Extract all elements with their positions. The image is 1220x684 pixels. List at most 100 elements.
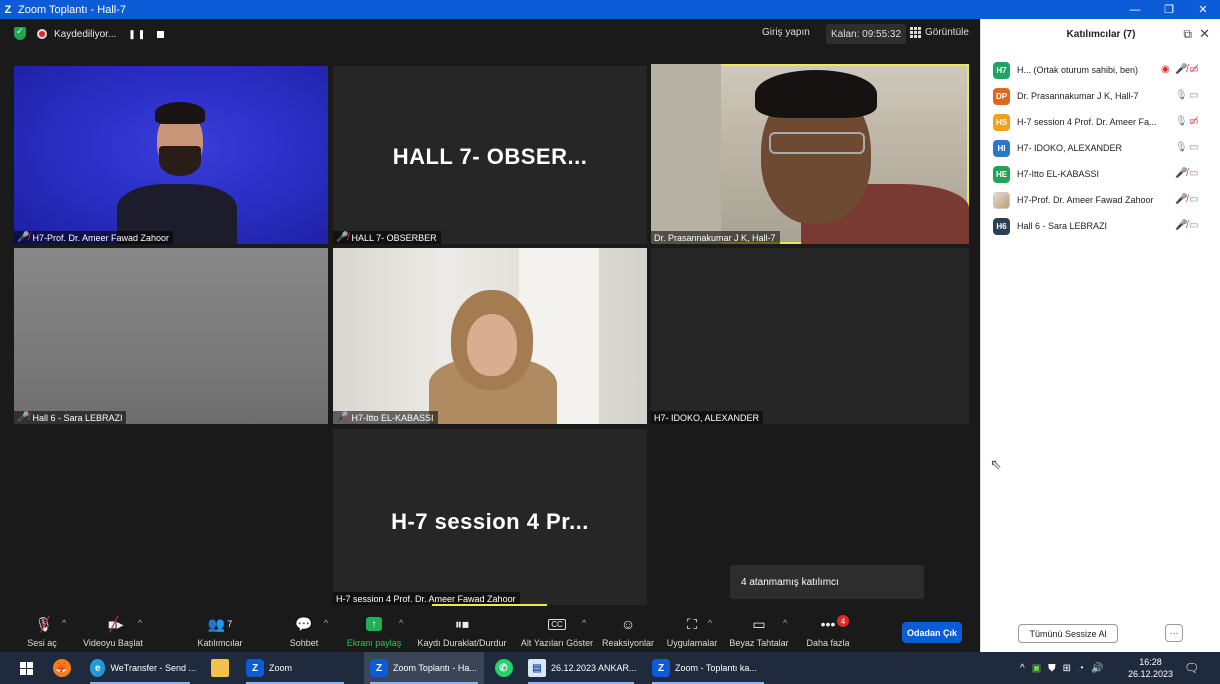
video-icon[interactable]: ▭ <box>1189 90 1198 101</box>
participant-row[interactable]: HS H-7 session 4 Prof. Dr. Ameer Fa... 🎙 ▭̸ <box>981 109 1220 135</box>
video-tile-idoko[interactable]: H7- IDOKO, ALEXANDER <box>651 248 969 424</box>
taskbar-document[interactable]: ▤ 26.12.2023 ANKAR... <box>522 652 640 684</box>
mic-muted-icon[interactable]: 🎤̸ <box>1175 64 1187 75</box>
video-off-icon[interactable]: ▭̸ <box>1189 64 1198 75</box>
whiteboard-options-chevron-icon[interactable]: ^ <box>783 618 787 628</box>
captions-options-chevron-icon[interactable]: ^ <box>582 618 586 628</box>
video-icon[interactable]: ▭ <box>1189 168 1198 179</box>
taskbar-clock[interactable]: 16:28 26.12.2023 <box>1128 656 1173 680</box>
grid-view-icon <box>910 27 921 38</box>
windows-taskbar: 🦊 e WeTransfer - Send ... Z Zoom Z Zoom … <box>0 652 1220 684</box>
participants-icon: 👥 7 <box>207 615 233 632</box>
recording-icon[interactable]: ◉ <box>1161 64 1170 75</box>
start-button[interactable] <box>14 652 38 684</box>
video-tile-ameer[interactable]: 🎤̸ H7-Prof. Dr. Ameer Fawad Zahoor <box>14 66 328 244</box>
video-icon[interactable]: ▭ <box>1189 194 1198 205</box>
participant-row[interactable]: HI H7- IDOKO, ALEXANDER 🎙 ▭ <box>981 135 1220 161</box>
participant-row[interactable]: H6 Hall 6 - Sara LEBRAZI 🎤̸ ▭ <box>981 213 1220 239</box>
video-icon[interactable]: ▭ <box>1189 142 1198 153</box>
chat-bubble-icon: 💬 <box>295 615 313 632</box>
mic-muted-icon[interactable]: 🎤̸ <box>1175 168 1187 179</box>
zoom-icon: Z <box>370 659 388 677</box>
panel-more-button[interactable]: ··· <box>1165 624 1183 642</box>
chat-options-chevron-icon[interactable]: ^ <box>324 618 328 628</box>
participant-row[interactable]: H7-Prof. Dr. Ameer Fawad Zahoor 🎤̸ ▭ <box>981 187 1220 213</box>
whiteboards-button[interactable]: ▭ Beyaz Tahtalar <box>728 612 790 652</box>
apps-options-chevron-icon[interactable]: ^ <box>708 618 712 628</box>
taskbar-zoom-meeting[interactable]: Z Zoom Toplantı - Ha... <box>364 652 484 684</box>
mic-icon[interactable]: 🎙 <box>1175 90 1188 101</box>
mic-muted-icon[interactable]: 🎤̸ <box>1175 194 1187 205</box>
avatar: DP <box>993 87 1010 105</box>
reactions-button[interactable]: ☺ Reaksiyonlar <box>600 612 656 652</box>
mute-all-button[interactable]: Tümünü Sessize Al <box>1018 624 1118 643</box>
video-off-icon[interactable]: ▭̸ <box>1189 116 1198 127</box>
video-tile-prasannakumar[interactable]: Dr. Prasannakumar J K, Hall-7 <box>651 64 969 244</box>
view-button[interactable]: Görüntüle <box>910 27 969 38</box>
taskbar-firefox[interactable]: 🦊 <box>46 652 76 684</box>
remaining-time: Kalan: 09:55:32 <box>826 24 907 44</box>
tile-display-name: HALL 7- OBSER... <box>392 144 588 169</box>
popout-icon[interactable]: ⧉ <box>1183 27 1192 42</box>
tray-app-icon[interactable]: ▣ <box>1032 663 1041 674</box>
participant-name: H7- IDOKO, ALEXANDER <box>1017 143 1123 153</box>
mic-muted-icon: 🎤̸ <box>336 232 349 243</box>
reaction-smiley-icon: ☺ <box>620 616 636 632</box>
participants-button[interactable]: 👥 7 Katılımcılar <box>190 612 250 652</box>
pause-recording-icon[interactable]: ❚❚ <box>128 29 147 40</box>
minimize-icon[interactable]: — <box>1118 0 1152 19</box>
tray-chevron-icon[interactable]: ^ <box>1020 663 1025 674</box>
taskbar-file-explorer[interactable] <box>204 652 234 684</box>
security-shield-icon[interactable] <box>14 26 26 40</box>
participant-row[interactable]: HE H7-Itto EL-KABASSI 🎤̸ ▭ <box>981 161 1220 187</box>
signin-link[interactable]: Giriş yapın <box>762 27 810 38</box>
participant-name: H-7 session 4 Prof. Dr. Ameer Fa... <box>1017 117 1157 127</box>
participant-row[interactable]: H7 H... (Ortak oturum sahibi, ben) ◉ 🎤̸ ▭̸ <box>981 57 1220 83</box>
share-screen-button[interactable]: ↑ Ekranı paylaş <box>344 612 404 652</box>
zoom-logo-icon: Z <box>4 3 12 16</box>
notification-center-icon[interactable]: 🗨 <box>1184 661 1199 675</box>
video-tile-session4[interactable]: H-7 session 4 Pr... H-7 session 4 Prof. … <box>333 429 647 605</box>
tray-security-icon[interactable]: ⛊ <box>1048 663 1056 674</box>
mic-muted-icon: 🎤̸ <box>17 232 30 243</box>
firefox-icon: 🦊 <box>52 659 71 677</box>
window-controls: — ❐ ✕ <box>1118 0 1220 19</box>
meeting-area: Kaydediliyor... ❚❚ Giriş yapın Kalan: 09… <box>0 19 980 652</box>
mic-muted-icon[interactable]: 🎤̸ <box>1175 220 1187 231</box>
close-window-icon[interactable]: ✕ <box>1186 0 1220 19</box>
chat-button[interactable]: 💬 Sohbet <box>284 612 324 652</box>
participant-row[interactable]: DP Dr. Prasannakumar J K, Hall-7 🎙 ▭ <box>981 83 1220 109</box>
mic-icon[interactable]: 🎙 <box>1175 142 1188 153</box>
share-options-chevron-icon[interactable]: ^ <box>399 618 403 628</box>
video-options-chevron-icon[interactable]: ^ <box>138 618 142 628</box>
participant-video <box>333 248 647 424</box>
unassigned-participants-tooltip: 4 atanmamış katılımcı <box>730 565 924 599</box>
volume-icon[interactable]: 🔊 <box>1091 663 1103 674</box>
pause-stop-recording-button[interactable]: ⏸⏹ Kaydı Duraklat/Durdur <box>416 612 508 652</box>
recording-indicator[interactable]: Kaydediliyor... ❚❚ <box>37 25 165 43</box>
taskbar-zoom[interactable]: Z Zoom <box>240 652 350 684</box>
video-tile-itto[interactable]: 🎤̸ H7-Itto EL-KABASSI <box>333 248 647 424</box>
restore-icon[interactable]: ❐ <box>1152 0 1186 19</box>
share-screen-icon: ↑ <box>344 614 404 634</box>
audio-options-chevron-icon[interactable]: ^ <box>62 618 66 628</box>
tile-name-label: 🎤̸ H7-Itto EL-KABASSI <box>333 411 438 424</box>
video-icon[interactable]: ▭ <box>1189 220 1198 231</box>
unmute-button[interactable]: 🎙 ╱ Sesi aç <box>22 612 62 652</box>
avatar: HS <box>993 113 1010 131</box>
wifi-icon[interactable]: ◔ <box>1078 663 1084 674</box>
close-panel-icon[interactable]: ✕ <box>1199 26 1210 42</box>
video-tile-sara[interactable]: 🎤̸ Hall 6 - Sara LEBRAZI <box>14 248 328 424</box>
stop-recording-icon[interactable] <box>157 30 165 38</box>
taskbar-edge-wetransfer[interactable]: e WeTransfer - Send ... <box>84 652 196 684</box>
mic-icon[interactable]: 🎙 <box>1175 116 1188 127</box>
document-icon: ▤ <box>528 659 546 677</box>
tile-name-label: 🎤̸ H7-Prof. Dr. Ameer Fawad Zahoor <box>14 231 174 244</box>
taskbar-whatsapp[interactable]: ✆ <box>488 652 518 684</box>
leave-room-button[interactable]: Odadan Çık <box>902 622 962 643</box>
view-label: Görüntüle <box>925 27 969 38</box>
tray-network-icon[interactable]: ⊞ <box>1063 663 1071 674</box>
video-tile-observer[interactable]: HALL 7- OBSER... 🎤̸ HALL 7- OBSERBER <box>333 66 647 244</box>
taskbar-zoom-invite[interactable]: Z Zoom - Toplantı ka... <box>646 652 770 684</box>
edge-icon: e <box>90 659 106 677</box>
